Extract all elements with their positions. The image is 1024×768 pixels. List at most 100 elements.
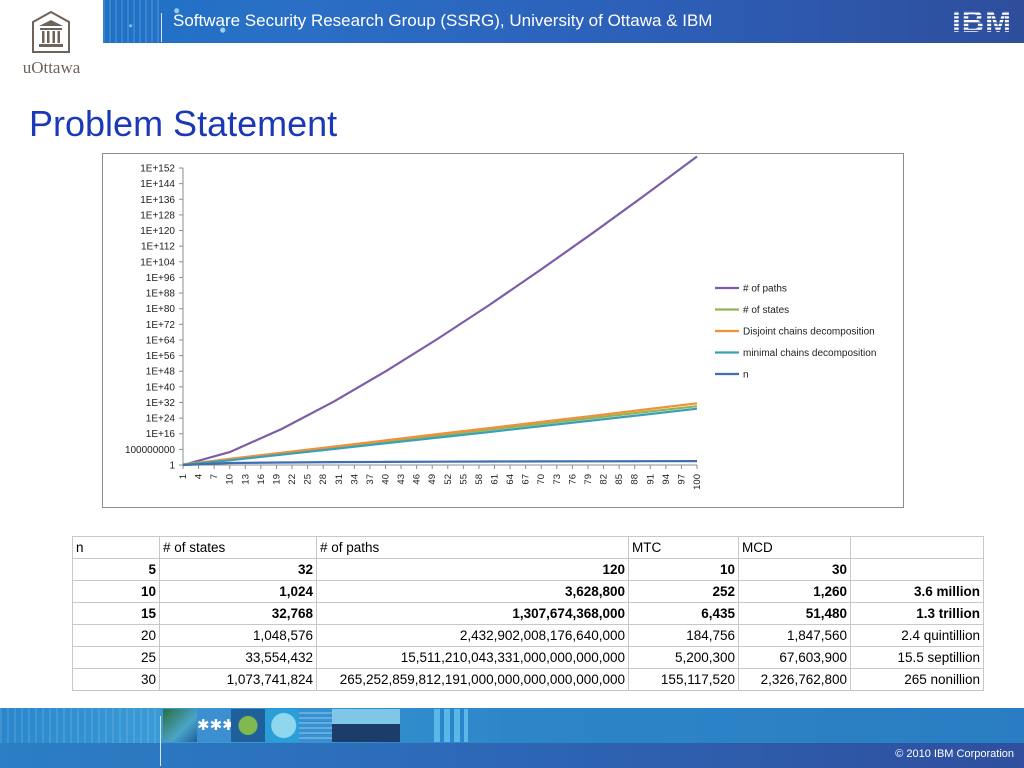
- x-tick-label: 4: [194, 474, 205, 479]
- x-tick-label: 76: [567, 474, 578, 485]
- x-tick-label: 10: [225, 474, 236, 485]
- line-chart: 1 100000000 1E+16 1E+24 1E+32 1E+40 1E+48 1E+56…: [102, 153, 904, 508]
- footer-image-strip: [0, 708, 1024, 743]
- x-tick-label: 28: [318, 474, 329, 485]
- table-cell: 155,117,520: [628, 668, 739, 691]
- y-tick-label: 1E+88: [146, 289, 176, 300]
- comparison-table: n # of states # of paths MTC MCD 5 32 120 10 30 10…: [72, 536, 984, 691]
- legend-entry: # of paths: [743, 284, 787, 295]
- x-tick-label: 55: [458, 474, 469, 485]
- uottawa-wordmark: uOttawa: [22, 58, 81, 77]
- legend-entry: # of states: [743, 305, 789, 316]
- svg-text:IBM: IBM: [952, 5, 1012, 35]
- x-tick-label: 67: [521, 474, 532, 485]
- y-tick-label: 1E+24: [146, 414, 176, 425]
- footer-tile-lines: [299, 709, 332, 742]
- table-header-cell: # of states: [159, 536, 317, 559]
- table-cell: 15.5 septillion: [850, 646, 984, 669]
- footer-pattern: [0, 708, 160, 743]
- table-row: 25 33,554,432 15,511,210,043,331,000,000,0…: [72, 646, 984, 669]
- y-tick-label: 1E+152: [140, 164, 175, 175]
- x-tick-label: 43: [396, 474, 407, 485]
- table-cell: 252: [628, 580, 739, 603]
- x-tick-label: 88: [630, 474, 641, 485]
- y-tick-label: 100000000: [125, 445, 175, 456]
- y-tick-label: 1E+144: [140, 179, 175, 190]
- table-cell: 3,628,800: [316, 580, 629, 603]
- x-tick-label: 94: [661, 474, 672, 485]
- slide-title: Problem Statement: [29, 103, 338, 144]
- series-line: [182, 460, 698, 467]
- series-line: [182, 407, 698, 467]
- table-row: 20 1,048,576 2,432,902,008,176,640,000 184,…: [72, 624, 984, 647]
- table-cell: 1,847,560: [738, 624, 851, 647]
- banner-pattern: [103, 0, 163, 43]
- table-header-cell: [850, 536, 984, 559]
- copyright-text: © 2010 IBM Corporation: [895, 748, 1014, 760]
- table-row: 5 32 120 10 30: [72, 558, 984, 581]
- banner-divider: [161, 13, 162, 42]
- table-cell: 25: [72, 646, 160, 669]
- uottawa-logo: uOttawa: [0, 0, 103, 82]
- table-cell: 1,073,741,824: [159, 668, 317, 691]
- footer-tile-silhouettes: [332, 709, 400, 742]
- top-banner: Software Security Research Group (SSRG),…: [103, 0, 1024, 43]
- footer-tile-squares: [434, 709, 468, 742]
- y-tick-label: 1E+64: [146, 335, 176, 346]
- table-cell: 265,252,859,812,191,000,000,000,000,000,…: [316, 668, 629, 691]
- table-cell: 51,480: [738, 602, 851, 625]
- table-cell: 1,260: [738, 580, 851, 603]
- table-cell: 10: [628, 558, 739, 581]
- table-header-cell: n: [72, 536, 160, 559]
- table-cell: 10: [72, 580, 160, 603]
- x-tick-label: 34: [349, 474, 360, 485]
- x-tick-label: 31: [334, 474, 345, 485]
- footer-tile-green: [265, 709, 299, 742]
- x-tick-label: 37: [365, 474, 376, 485]
- x-tick-label: 1: [178, 474, 189, 479]
- uottawa-crest-icon: [32, 10, 70, 53]
- table-cell: 1.3 trillion: [850, 602, 984, 625]
- x-tick-label: 40: [380, 474, 391, 485]
- y-tick-label: 1E+120: [140, 226, 175, 237]
- x-tick-label: 58: [474, 474, 485, 485]
- x-tick-label: 52: [443, 474, 454, 485]
- table-row: 30 1,073,741,824 265,252,859,812,191,000,0…: [72, 668, 984, 691]
- x-tick-label: 61: [490, 474, 501, 485]
- legend-entry: n: [743, 370, 749, 381]
- y-tick-label: 1E+104: [140, 257, 175, 268]
- x-tick-label: 25: [303, 474, 314, 485]
- y-tick-label: 1E+96: [146, 273, 176, 284]
- table-cell: 32: [159, 558, 317, 581]
- table-cell: 1,024: [159, 580, 317, 603]
- y-tick-label: 1E+80: [146, 304, 176, 315]
- y-tick-label: 1E+128: [140, 210, 175, 221]
- table-cell: 120: [316, 558, 629, 581]
- table-header-cell: # of paths: [316, 536, 629, 559]
- table-cell: 33,554,432: [159, 646, 317, 669]
- x-tick-label: 73: [552, 474, 563, 485]
- table-cell: 20: [72, 624, 160, 647]
- x-tick-label: 64: [505, 474, 516, 485]
- x-tick-label: 16: [256, 474, 267, 485]
- table-cell: 6,435: [628, 602, 739, 625]
- chart-canvas: 1 100000000 1E+16 1E+24 1E+32 1E+40 1E+48 1E+56…: [125, 155, 876, 490]
- footer-tile-globe: [163, 709, 197, 742]
- table-header-cell: MTC: [628, 536, 739, 559]
- y-tick-label: 1E+136: [140, 195, 175, 206]
- x-tick-label: 70: [536, 474, 547, 485]
- y-tick-label: 1E+40: [146, 382, 176, 393]
- table-cell: 30: [72, 668, 160, 691]
- x-tick-label: 7: [209, 474, 220, 479]
- y-tick-label: 1E+32: [146, 398, 176, 409]
- y-tick-label: 1E+56: [146, 351, 176, 362]
- ibm-logo-icon: IBM: [952, 5, 1012, 35]
- x-tick-label: 79: [583, 474, 594, 485]
- x-tick-label: 22: [287, 474, 298, 485]
- x-tick-label: 19: [271, 474, 282, 485]
- footer-tile-people: ✱✱✱: [197, 709, 235, 742]
- x-tick-label: 82: [599, 474, 610, 485]
- table-cell: 1,048,576: [159, 624, 317, 647]
- legend-entry: minimal chains decomposition: [743, 348, 876, 359]
- table-cell: 184,756: [628, 624, 739, 647]
